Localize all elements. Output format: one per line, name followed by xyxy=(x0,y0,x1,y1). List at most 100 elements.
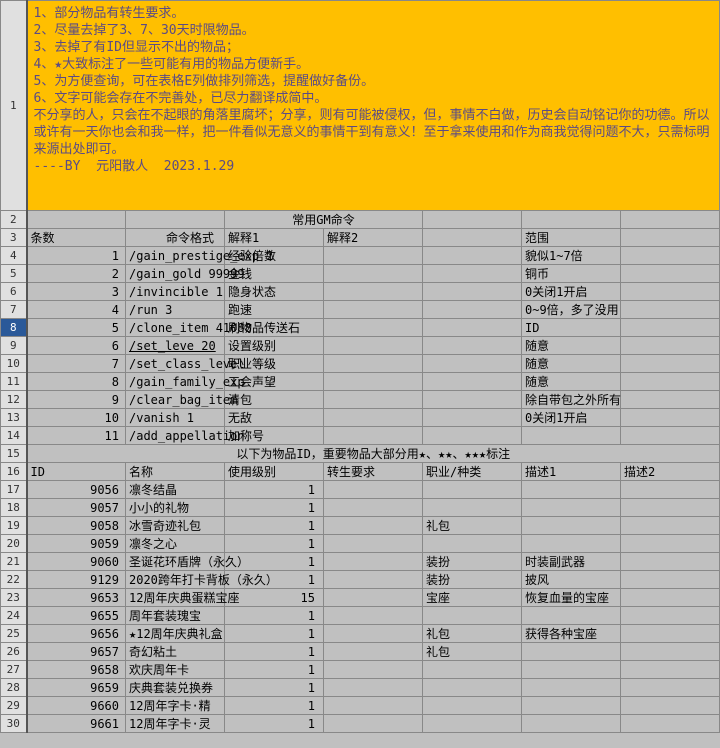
item-level[interactable]: 1 xyxy=(225,697,324,715)
gm-title-cell[interactable]: 常用GM命令 xyxy=(225,211,423,229)
cmd-num[interactable]: 2 xyxy=(27,265,126,283)
cmd-interp2[interactable] xyxy=(324,355,423,373)
row-header[interactable]: 22 xyxy=(1,571,27,589)
row-header[interactable]: 14 xyxy=(1,427,27,445)
item-desc1[interactable] xyxy=(522,517,621,535)
item-id[interactable]: 9060 xyxy=(27,553,126,571)
cmd-range[interactable]: 0关闭1开启 xyxy=(522,409,621,427)
item-name[interactable]: 小小的礼物 xyxy=(126,499,225,517)
row-header[interactable]: 28 xyxy=(1,679,27,697)
cmd-interp1[interactable]: 工会声望 xyxy=(225,373,324,391)
col-header[interactable]: 描述1 xyxy=(522,463,621,481)
cell[interactable] xyxy=(423,427,522,445)
cmd-interp2[interactable] xyxy=(324,283,423,301)
item-name[interactable]: 12周年字卡·灵 xyxy=(126,715,225,733)
item-desc2[interactable] xyxy=(621,589,720,607)
cmd-interp2[interactable] xyxy=(324,319,423,337)
item-desc1[interactable] xyxy=(522,481,621,499)
cell[interactable] xyxy=(423,283,522,301)
row-header[interactable]: 25 xyxy=(1,625,27,643)
cmd-num[interactable]: 4 xyxy=(27,301,126,319)
cell[interactable] xyxy=(423,229,522,247)
item-desc2[interactable] xyxy=(621,715,720,733)
item-desc1[interactable]: 时装副武器 xyxy=(522,553,621,571)
item-level[interactable]: 1 xyxy=(225,517,324,535)
item-desc1[interactable] xyxy=(522,661,621,679)
cmd-format[interactable]: /invincible 1 xyxy=(126,283,225,301)
item-class[interactable]: 礼包 xyxy=(423,643,522,661)
item-id[interactable]: 9129 xyxy=(27,571,126,589)
cmd-num[interactable]: 9 xyxy=(27,391,126,409)
item-class[interactable]: 装扮 xyxy=(423,553,522,571)
cell[interactable] xyxy=(423,373,522,391)
row-header[interactable]: 18 xyxy=(1,499,27,517)
cmd-interp2[interactable] xyxy=(324,409,423,427)
item-id[interactable]: 9658 xyxy=(27,661,126,679)
item-desc2[interactable] xyxy=(621,661,720,679)
item-id[interactable]: 9056 xyxy=(27,481,126,499)
spreadsheet-grid[interactable]: 1 1、部分物品有转生要求。 2、尽量去掉了3、7、30天时限物品。 3、去掉了… xyxy=(0,0,720,733)
col-header[interactable]: 范围 xyxy=(522,229,621,247)
cell[interactable] xyxy=(522,211,621,229)
item-id[interactable]: 9655 xyxy=(27,607,126,625)
cmd-num[interactable]: 1 xyxy=(27,247,126,265)
item-id[interactable]: 9057 xyxy=(27,499,126,517)
cmd-format[interactable]: /gain_prestige_exp 1 xyxy=(126,247,225,265)
item-desc2[interactable] xyxy=(621,679,720,697)
item-desc2[interactable] xyxy=(621,535,720,553)
item-id[interactable]: 9653 xyxy=(27,589,126,607)
row-header[interactable]: 1 xyxy=(1,1,27,211)
row-header[interactable]: 30 xyxy=(1,715,27,733)
cmd-num[interactable]: 5 xyxy=(27,319,126,337)
item-desc2[interactable] xyxy=(621,607,720,625)
cmd-interp2[interactable] xyxy=(324,301,423,319)
cell[interactable] xyxy=(621,373,720,391)
cmd-range[interactable]: ID xyxy=(522,319,621,337)
item-id[interactable]: 9059 xyxy=(27,535,126,553)
cmd-range[interactable]: 随意 xyxy=(522,373,621,391)
item-name[interactable]: 12周年庆典蛋糕宝座 xyxy=(126,589,225,607)
cell[interactable] xyxy=(423,409,522,427)
item-id[interactable]: 9656 xyxy=(27,625,126,643)
row-header[interactable]: 13 xyxy=(1,409,27,427)
row-header[interactable]: 21 xyxy=(1,553,27,571)
cell[interactable] xyxy=(621,391,720,409)
item-rebirth[interactable] xyxy=(324,535,423,553)
row-header[interactable]: 10 xyxy=(1,355,27,373)
cmd-num[interactable]: 8 xyxy=(27,373,126,391)
cmd-range[interactable]: 0关闭1开启 xyxy=(522,283,621,301)
row-header[interactable]: 5 xyxy=(1,265,27,283)
col-header[interactable]: 解释2 xyxy=(324,229,423,247)
item-desc1[interactable] xyxy=(522,679,621,697)
row-header[interactable]: 27 xyxy=(1,661,27,679)
item-class[interactable] xyxy=(423,499,522,517)
cell[interactable] xyxy=(423,319,522,337)
item-rebirth[interactable] xyxy=(324,607,423,625)
item-class[interactable] xyxy=(423,535,522,553)
row-header[interactable]: 20 xyxy=(1,535,27,553)
item-class[interactable] xyxy=(423,661,522,679)
item-id[interactable]: 9058 xyxy=(27,517,126,535)
item-name[interactable]: 庆典套装兑换券 xyxy=(126,679,225,697)
cmd-range[interactable]: 貌似1~7倍 xyxy=(522,247,621,265)
item-class[interactable] xyxy=(423,697,522,715)
item-id[interactable]: 9660 xyxy=(27,697,126,715)
item-level[interactable]: 1 xyxy=(225,499,324,517)
item-id[interactable]: 9659 xyxy=(27,679,126,697)
row-header[interactable]: 9 xyxy=(1,337,27,355)
cmd-format[interactable]: /vanish 1 xyxy=(126,409,225,427)
row-header[interactable]: 23 xyxy=(1,589,27,607)
row-header[interactable]: 19 xyxy=(1,517,27,535)
cmd-interp1[interactable]: 设置级别 xyxy=(225,337,324,355)
cmd-num[interactable]: 7 xyxy=(27,355,126,373)
item-level[interactable]: 1 xyxy=(225,535,324,553)
cell[interactable] xyxy=(621,427,720,445)
item-name[interactable]: ★12周年庆典礼盒 xyxy=(126,625,225,643)
item-rebirth[interactable] xyxy=(324,661,423,679)
cell[interactable] xyxy=(27,211,126,229)
col-header[interactable]: 转生要求 xyxy=(324,463,423,481)
row-header[interactable]: 4 xyxy=(1,247,27,265)
col-header[interactable]: 解释1 xyxy=(225,229,324,247)
item-level[interactable]: 1 xyxy=(225,715,324,733)
col-header[interactable]: 名称 xyxy=(126,463,225,481)
